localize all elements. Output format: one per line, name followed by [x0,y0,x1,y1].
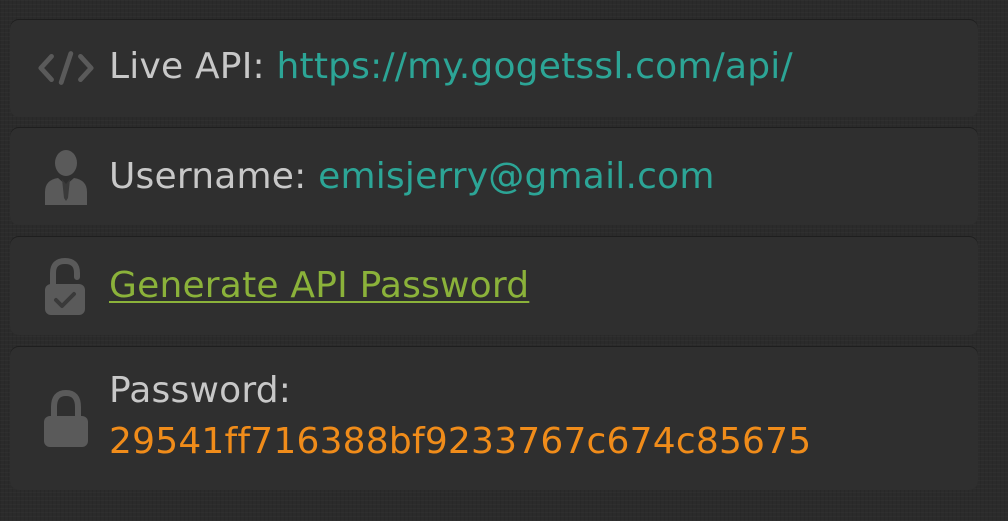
username-panel: Username: emisjerry@gmail.com [10,127,978,225]
live-api-label: Live API: [109,46,277,87]
username-label: Username: [109,156,319,197]
password-label-line: Password: [109,369,291,413]
generate-password-panel: Generate API Password [10,236,978,335]
live-api-line: Live API: https://my.gogetssl.com/api/ [109,45,793,89]
username-value: emisjerry@gmail.com [318,156,715,197]
user-icon [38,147,94,207]
password-label: Password: [109,370,292,411]
live-api-url[interactable]: https://my.gogetssl.com/api/ [276,46,792,87]
password-value-line: 29541ff716388bf9233767c674c85675 [109,420,811,464]
password-panel: Password: 29541ff716388bf9233767c674c856… [10,346,978,490]
code-icon [38,47,94,89]
generate-api-password-link[interactable]: Generate API Password [109,265,529,306]
live-api-panel: Live API: https://my.gogetssl.com/api/ [10,19,978,117]
padlock-icon [38,388,94,450]
username-line: Username: emisjerry@gmail.com [109,155,715,199]
generate-line: Generate API Password [109,264,529,308]
password-value: 29541ff716388bf9233767c674c85675 [109,421,812,462]
unlocked-padlock-icon [38,256,94,318]
